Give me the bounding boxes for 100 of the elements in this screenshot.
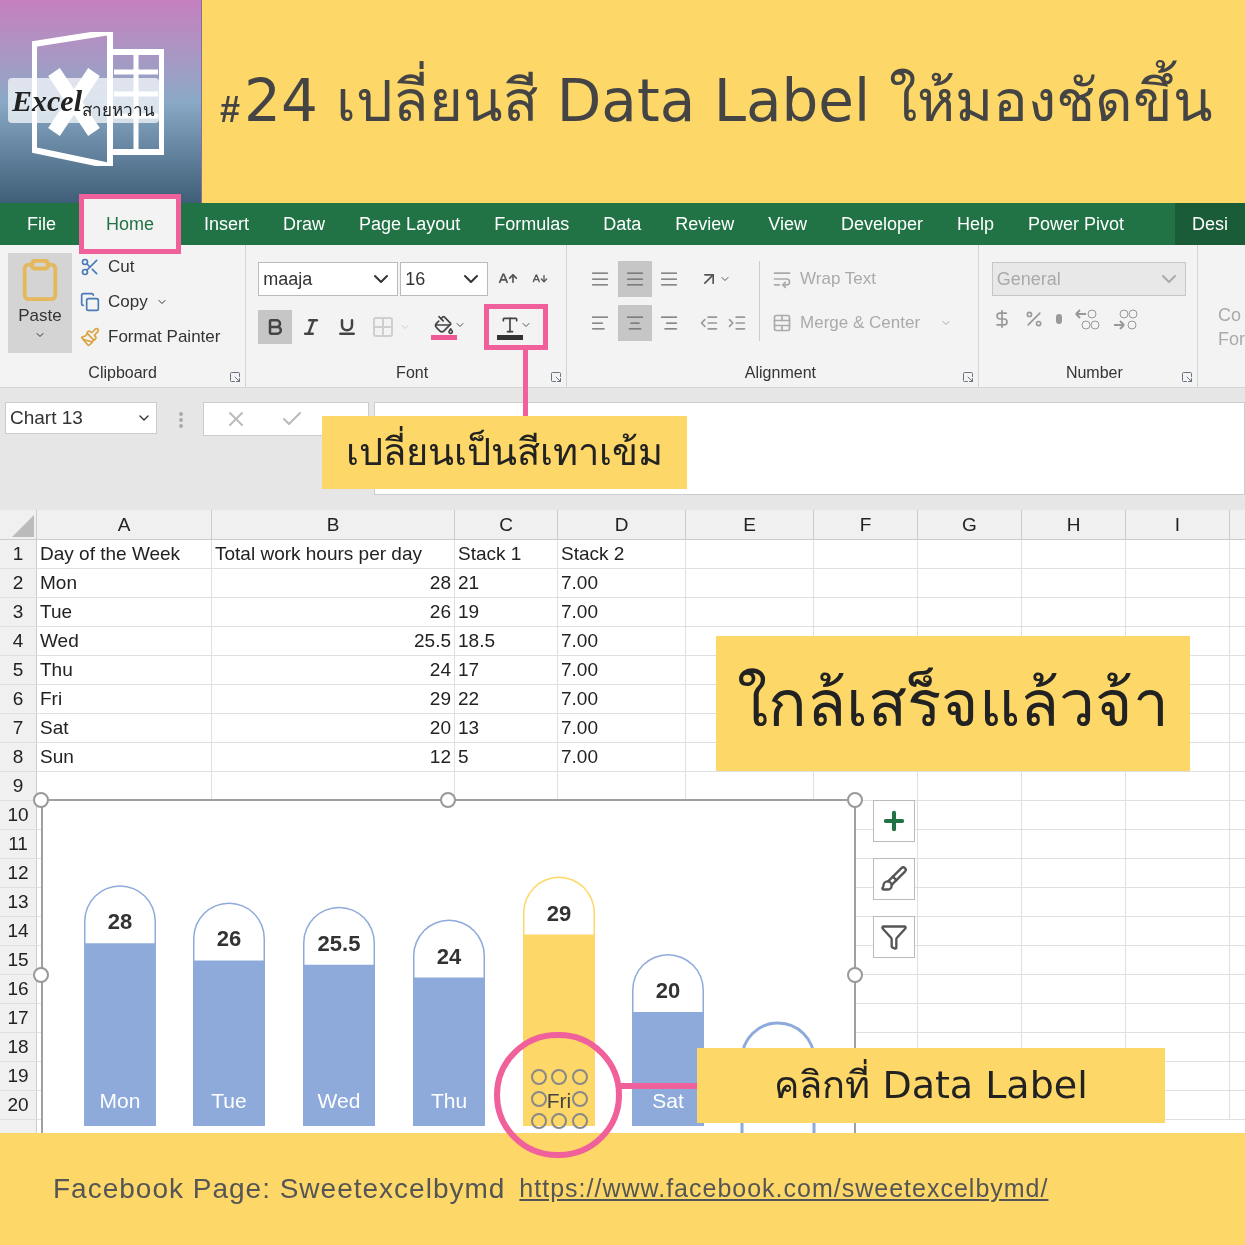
add-chart-element-button[interactable] [873,800,915,842]
logo-wordmark: Excel [12,83,82,119]
column-header[interactable]: F [814,510,918,539]
dialog-launcher-icon[interactable] [229,371,242,383]
row-header[interactable]: 10 [0,801,37,829]
cell-text: 7.00 [561,570,598,595]
scissors-icon [80,256,100,277]
dialog-launcher-icon[interactable] [1181,371,1193,383]
chart-styles-button[interactable] [873,858,915,900]
resize-handle[interactable] [33,792,49,808]
row-header[interactable]: 16 [0,975,37,1003]
copy-button[interactable]: Copy [80,288,221,315]
dialog-launcher-icon[interactable] [961,371,974,383]
comma-style-icon[interactable] [1055,314,1062,324]
row-header[interactable]: 2 [0,569,37,597]
callout-text: ใกล้เสร็จแล้วจ้า [737,665,1169,743]
chart-filter-button[interactable] [873,916,915,958]
ribbon-tab[interactable]: Insert [187,203,267,245]
column-header[interactable]: B [212,510,455,539]
borders-icon [371,315,396,339]
cell-text: 7.00 [561,686,598,711]
increase-indent-icon[interactable] [727,313,748,333]
cell-text: Stack 1 [458,541,522,566]
cell-text: Wed [40,628,79,653]
font-name-field[interactable]: maaja [258,262,399,296]
filter-icon [880,923,908,951]
row-header[interactable]: 14 [0,917,37,945]
hash-mark: # [220,87,241,132]
merge-cells-icon [772,313,793,333]
row-header[interactable]: 18 [0,1033,37,1061]
selection-handles[interactable] [531,1069,588,1129]
ribbon-tab[interactable]: Home [79,194,182,254]
ribbon-tab[interactable]: View [751,203,824,245]
column-header[interactable]: D [558,510,686,539]
column-header[interactable]: I [1126,510,1230,539]
resize-handle[interactable] [847,967,863,983]
ribbon-tab[interactable]: File [10,203,73,245]
name-box[interactable]: Chart 13 [5,402,157,434]
category-label[interactable]: Fri [546,1089,572,1112]
row-header[interactable]: 13 [0,888,37,916]
dialog-launcher-icon[interactable] [550,371,563,383]
value-label: 26 [216,926,242,952]
decrease-decimal-icon[interactable] [1111,308,1138,330]
cell-text: Fri [40,686,63,711]
resize-handle[interactable] [847,792,863,808]
row-header[interactable]: 17 [0,1004,37,1032]
row-header[interactable]: 6 [0,685,37,713]
row-header[interactable]: 5 [0,656,37,684]
cell-text: 26 [429,599,451,624]
column-header[interactable]: E [686,510,814,539]
cut-button[interactable]: Cut [80,253,221,280]
wrap-text-icon [772,269,793,289]
align-center-button[interactable] [617,305,652,341]
cell-text: 7.00 [561,715,598,740]
row-header[interactable]: 20 [0,1091,37,1119]
row-header[interactable]: 4 [0,627,37,655]
bar-cap [304,908,374,965]
resize-handle[interactable] [440,792,456,808]
font-size-field[interactable]: 16 [400,262,489,296]
group-label: Font [396,363,429,383]
ribbon-tab[interactable]: Power Pivot [1011,203,1142,245]
footer-link[interactable]: https://www.facebook.com/sweetexcelbymd/ [519,1170,1049,1208]
ribbon-tab[interactable]: Page Layout [342,203,478,245]
callout-text: เปลี่ยนเป็นสีเทาเข้ม [346,424,663,481]
cell-text: 5 [458,744,469,769]
row-header[interactable]: 3 [0,598,37,626]
more-icon [179,412,183,428]
column-header[interactable]: A [37,510,212,539]
row-header[interactable]: 12 [0,859,37,887]
decrease-indent-icon[interactable] [699,313,720,333]
ribbon-tab[interactable]: Review [658,203,752,245]
value-label: 24 [436,943,462,969]
row-header[interactable]: 8 [0,743,37,771]
row-header[interactable]: 15 [0,946,37,974]
bold-button[interactable] [258,310,293,344]
row-header[interactable]: 9 [0,772,37,800]
ribbon-tab[interactable]: Formulas [477,203,587,245]
increase-decimal-icon[interactable] [1073,308,1100,330]
paste-button[interactable]: Paste [8,253,72,353]
row-header[interactable]: 7 [0,714,37,742]
row-header[interactable]: 19 [0,1062,37,1090]
ribbon-tab[interactable]: Draw [266,203,343,245]
cell-text: 25.5 [414,628,451,653]
ribbon-tab[interactable]: Desi [1175,203,1245,245]
value-label: 29 [546,900,572,926]
column-header[interactable]: G [918,510,1022,539]
cell-text: Day of the Week [40,541,181,566]
cell-text: 28 [429,570,451,595]
column-header[interactable]: C [455,510,558,539]
ribbon-tab[interactable]: Data [586,203,659,245]
format-painter-button[interactable]: Format Painter [80,323,221,350]
ribbon-tab[interactable]: Help [940,203,1012,245]
cell-text: 24 [429,657,451,682]
row-header[interactable]: 1 [0,540,37,568]
ribbon-tab[interactable]: Developer [823,203,940,245]
font-color-button[interactable] [484,304,549,350]
cell-text: 19 [458,599,480,624]
align-middle-button[interactable] [617,261,652,297]
row-header[interactable]: 11 [0,830,37,858]
column-header[interactable]: H [1022,510,1126,539]
